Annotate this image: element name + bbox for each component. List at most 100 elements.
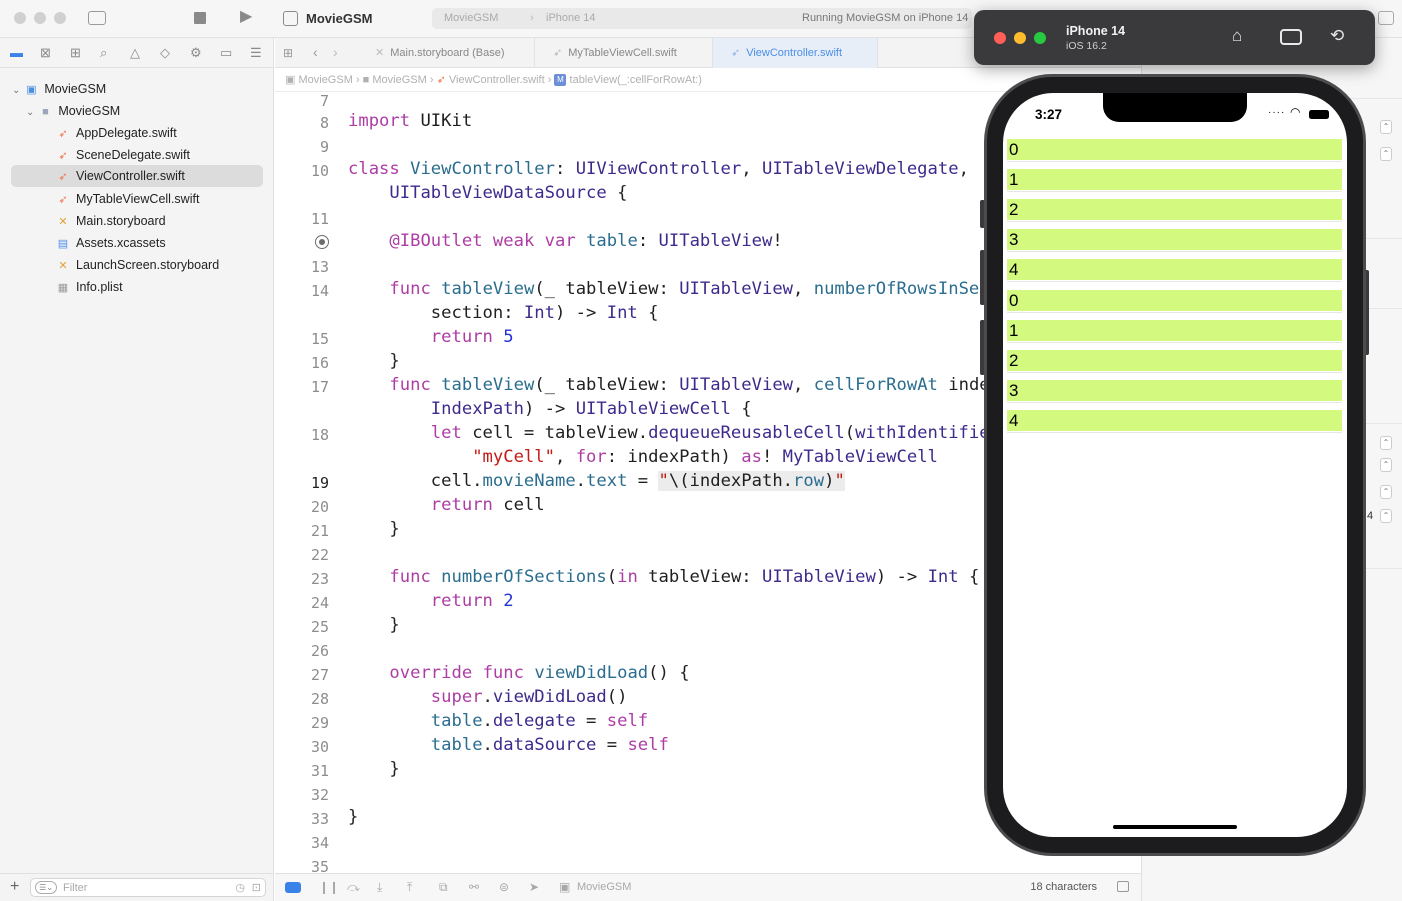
stop-icon[interactable] (194, 12, 206, 24)
wifi-icon: ◠ (1290, 105, 1301, 119)
table-row[interactable]: 2 (1007, 199, 1342, 220)
step-into-icon[interactable]: ⤓ (377, 880, 382, 895)
project-icon (283, 11, 298, 26)
line-number: 34 (310, 834, 329, 852)
tab-mytableviewcell[interactable]: ➶ MyTableViewCell.swift (535, 38, 713, 68)
breakpoint-icon[interactable]: ▭ (220, 45, 232, 61)
scheme-target[interactable]: MovieGSM (444, 12, 498, 24)
popup-chevron-icon[interactable]: ⌃ (1380, 485, 1392, 499)
code-line: let cell = tableView.dequeueReusableCell… (430, 423, 1011, 443)
xcode-window: ▶ MovieGSM MovieGSM › iPhone 14 Running … (0, 0, 1402, 901)
test-icon[interactable]: ◇ (160, 45, 170, 61)
screenshot-icon[interactable] (1280, 29, 1302, 45)
back-icon[interactable]: ‹ (313, 44, 318, 60)
table-row[interactable]: 4 (1007, 259, 1342, 280)
add-icon[interactable]: + (10, 878, 19, 896)
file-row[interactable]: ✕ LaunchScreen.storyboard (56, 254, 264, 276)
file-label: ViewController.swift (76, 169, 185, 183)
popup-chevron-icon[interactable]: ⌃ (1380, 458, 1392, 472)
file-row[interactable]: ✕ Main.storyboard (56, 210, 264, 232)
pause-icon[interactable]: ❙❙ (319, 880, 339, 894)
issue-icon[interactable]: △ (130, 45, 140, 61)
simulator-close-button[interactable] (994, 32, 1006, 44)
step-over-icon[interactable]: ⤼ (347, 880, 360, 895)
table-row[interactable]: 0 (1007, 290, 1342, 311)
jump-item[interactable]: MovieGSM (372, 74, 426, 86)
app-icon: ▣ (285, 74, 296, 86)
table-row[interactable]: 1 (1007, 169, 1342, 190)
home-indicator[interactable] (1113, 825, 1237, 829)
navigator-filter-bar: + ☰⌄ Filter ◷ ⊡ (0, 873, 274, 901)
tree-project[interactable]: ⌄ ▣ MovieGSM (12, 78, 106, 100)
filter-options-icon[interactable]: ☰⌄ (35, 881, 57, 894)
step-out-icon[interactable]: ⤒ (407, 880, 412, 895)
zoom-window-button[interactable] (54, 12, 66, 24)
file-row[interactable]: ➶ SceneDelegate.swift (56, 144, 264, 166)
tab-viewcontroller[interactable]: ➶ ViewController.swift (713, 38, 878, 68)
jump-item[interactable]: ViewController.swift (449, 74, 545, 86)
simulator-zoom-button[interactable] (1034, 32, 1046, 44)
device-screen[interactable]: 3:27 ···· ◠ 0 1 2 3 4 0 1 2 3 4 (1003, 93, 1347, 837)
line-number: 13 (310, 258, 329, 276)
popup-chevron-icon[interactable]: ⌃ (1380, 120, 1392, 134)
console-toggle-icon[interactable] (285, 882, 301, 893)
popup-chevron-icon[interactable]: ⌃ (1380, 147, 1392, 161)
grid-icon[interactable]: ⊞ (283, 46, 293, 60)
scheme-device[interactable]: iPhone 14 (546, 12, 596, 24)
filter-scope-icon[interactable]: ⊡ (252, 881, 261, 894)
table-row[interactable]: 1 (1007, 320, 1342, 341)
minimap-toggle-icon[interactable] (1117, 881, 1129, 892)
folder-icon[interactable]: ▬ (10, 45, 23, 60)
memory-graph-icon[interactable]: ⚯ (469, 880, 479, 894)
tab-main-storyboard[interactable]: ✕ Main.storyboard (Base) (357, 38, 535, 68)
file-row[interactable]: ▤ Assets.xcassets (56, 232, 264, 254)
file-row[interactable]: ▦ Info.plist (56, 276, 264, 298)
table-row[interactable]: 4 (1007, 410, 1342, 431)
recent-icon[interactable]: ◷ (235, 881, 245, 894)
file-row[interactable]: ➶ AppDelegate.swift (56, 122, 264, 144)
jump-item[interactable]: MovieGSM (298, 74, 352, 86)
view-hierarchy-icon[interactable]: ⧉ (439, 880, 448, 895)
line-number: 10 (310, 162, 329, 180)
tree-group[interactable]: ⌄ ■ MovieGSM (26, 100, 120, 122)
code-line: return 2 (430, 591, 514, 611)
close-icon[interactable]: ✕ (375, 47, 384, 59)
popup-chevron-icon[interactable]: ⌃ (1380, 436, 1392, 450)
chevron-down-icon[interactable]: ⌄ (26, 107, 34, 118)
find-icon[interactable]: ⌕ (100, 45, 107, 61)
report-icon[interactable]: ☰ (250, 45, 262, 61)
row-separator (1007, 342, 1342, 343)
code-line-current: cell.movieName.text = "\(indexPath.row)" (348, 471, 845, 491)
simulator-minimize-button[interactable] (1014, 32, 1026, 44)
file-row[interactable]: ➶ MyTableViewCell.swift (56, 188, 264, 210)
symbol-icon[interactable]: ⊞ (70, 45, 81, 61)
debug-icon[interactable]: ⚙ (190, 45, 202, 61)
table-row[interactable]: 3 (1007, 380, 1342, 401)
line-number: 24 (310, 594, 329, 612)
table-row[interactable]: 2 (1007, 350, 1342, 371)
run-icon[interactable]: ▶ (240, 9, 252, 25)
stepper-value[interactable]: 4 (1367, 510, 1373, 522)
environment-icon[interactable]: ⊜ (499, 880, 509, 894)
rotate-icon[interactable]: ⟲ (1330, 26, 1344, 46)
chevron-down-icon[interactable]: ⌄ (12, 85, 20, 96)
inspector-toggle-icon[interactable] (1378, 11, 1394, 25)
location-icon[interactable]: ➤ (529, 880, 539, 894)
source-control-icon[interactable]: ⊠ (40, 45, 51, 61)
forward-icon[interactable]: › (333, 44, 338, 60)
filter-input[interactable]: ☰⌄ Filter ◷ ⊡ (30, 878, 266, 897)
jump-item[interactable]: tableView(_:cellForRowAt:) (570, 74, 702, 86)
code-line: class ViewController: UIViewController, … (348, 159, 969, 179)
file-row-selected[interactable]: ➶ ViewController.swift (11, 165, 263, 187)
table-row[interactable]: 3 (1007, 229, 1342, 250)
stepper-icon[interactable]: ⌃ (1380, 509, 1392, 523)
table-row[interactable]: 0 (1007, 139, 1342, 160)
minimize-window-button[interactable] (34, 12, 46, 24)
code-line: IndexPath) -> UITableViewCell { (430, 399, 752, 419)
swift-file-icon: ➶ (58, 171, 68, 183)
swift-file-icon: ➶ (553, 47, 563, 59)
close-window-button[interactable] (14, 12, 26, 24)
home-icon[interactable]: ⌂ (1232, 26, 1242, 46)
sidebar-toggle-icon[interactable] (88, 11, 106, 25)
breakpoint-outlet-icon[interactable] (315, 235, 329, 249)
